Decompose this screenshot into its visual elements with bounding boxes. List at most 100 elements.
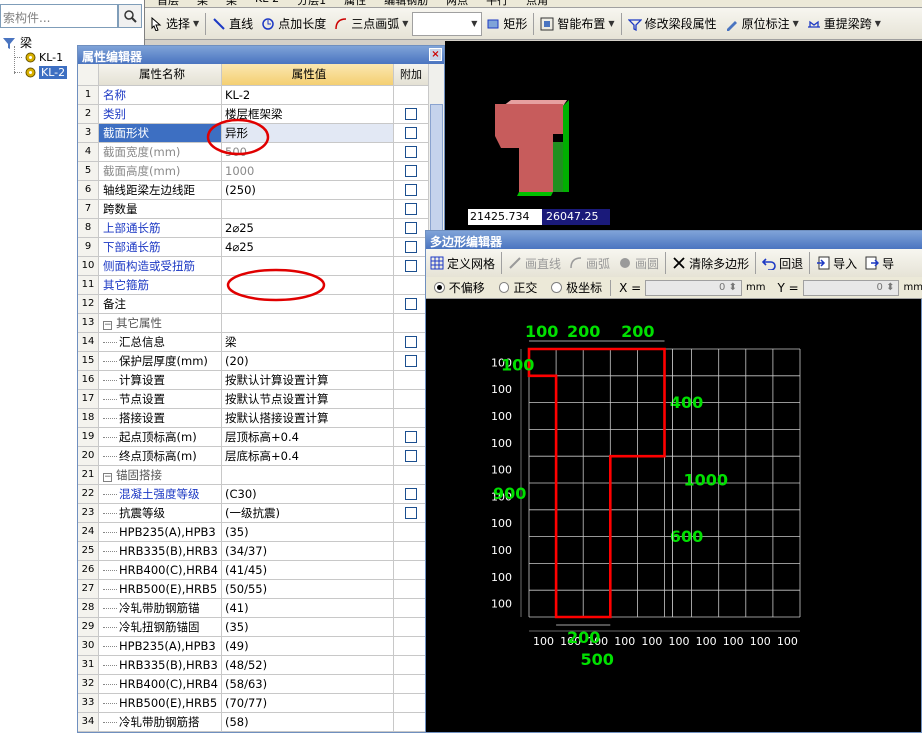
attribute-value[interactable] [222, 276, 394, 294]
attribute-row[interactable]: 5 截面高度(mm) 1000 [78, 162, 428, 181]
attribute-value[interactable]: (58) [222, 713, 394, 731]
attribute-value[interactable] [222, 314, 394, 332]
attribute-row[interactable]: 12 备注 [78, 295, 428, 314]
attribute-value[interactable]: (41) [222, 599, 394, 617]
attribute-row[interactable]: 24 HPB235(A),HPB3 (35) [78, 523, 428, 542]
in-situ-annotation-button[interactable]: 原位标注 ▼ [721, 12, 803, 36]
attribute-row[interactable]: 8 上部通长筋 2⌀25 [78, 219, 428, 238]
extra-checkbox[interactable] [405, 488, 417, 500]
attribute-value[interactable]: 1000 [222, 162, 394, 180]
attribute-value[interactable]: (58/63) [222, 675, 394, 693]
extra-checkbox[interactable] [405, 507, 417, 519]
attribute-value[interactable]: 2⌀25 [222, 219, 394, 237]
tree-root[interactable]: 梁 [2, 34, 32, 51]
attribute-row[interactable]: 34 冷轧带肋钢筋搭 (58) [78, 713, 428, 732]
attribute-value[interactable]: (35) [222, 618, 394, 636]
attribute-value[interactable]: (250) [222, 181, 394, 199]
select-button[interactable]: 选择 ▼ [145, 12, 203, 36]
search-button[interactable] [118, 4, 142, 28]
tree-item-kl2[interactable]: KL-2 [14, 66, 68, 79]
attribute-value[interactable]: 按默认节点设置计算 [222, 390, 394, 408]
attribute-row[interactable]: 25 HRB335(B),HRB3 (34/37) [78, 542, 428, 561]
x-coord-input[interactable]: 0 ⬍ [645, 279, 742, 296]
attribute-value[interactable]: 4⌀25 [222, 238, 394, 256]
attribute-value[interactable]: 500 [222, 143, 394, 161]
attribute-value[interactable]: (20) [222, 352, 394, 370]
extra-checkbox[interactable] [405, 165, 417, 177]
subtype-select[interactable]: 梁 [226, 0, 237, 7]
draw-circle-button[interactable]: 画圆 [614, 251, 663, 275]
extra-checkbox[interactable] [405, 450, 417, 462]
attribute-row[interactable]: 26 HRB400(C),HRB4 (41/45) [78, 561, 428, 580]
component-search-input[interactable]: 索构件... [0, 4, 118, 28]
attribute-value[interactable]: (49) [222, 637, 394, 655]
attribute-row[interactable]: 2 类别 楼层框架梁 [78, 105, 428, 124]
parallel-button[interactable]: 平行 [486, 0, 508, 7]
attribute-value[interactable]: 梁 [222, 333, 394, 351]
edit-rebar-button[interactable]: 编辑钢筋 [384, 0, 428, 7]
attribute-row[interactable]: 14 汇总信息 梁 [78, 333, 428, 352]
collapse-toggle[interactable]: − [103, 321, 112, 330]
attribute-value[interactable]: (70/77) [222, 694, 394, 712]
extra-checkbox[interactable] [405, 298, 417, 310]
floor-select[interactable]: 首层 [157, 0, 179, 7]
attribute-row[interactable]: 27 HRB500(E),HRB5 (50/55) [78, 580, 428, 599]
attribute-row[interactable]: 32 HRB400(C),HRB4 (58/63) [78, 675, 428, 694]
attribute-value[interactable]: KL-2 [222, 86, 394, 104]
attribute-value[interactable]: (48/52) [222, 656, 394, 674]
attribute-row[interactable]: 18 搭接设置 按默认搭接设置计算 [78, 409, 428, 428]
close-button[interactable]: × [429, 48, 442, 61]
attribute-value[interactable]: 按默认计算设置计算 [222, 371, 394, 389]
import-button[interactable]: 导入 [812, 251, 861, 275]
point-length-button[interactable]: 点加长度 [257, 12, 330, 36]
attribute-row[interactable]: 7 跨数量 [78, 200, 428, 219]
draw-mode-select[interactable]: ▼ [412, 11, 483, 36]
attribute-value[interactable] [222, 295, 394, 313]
extra-checkbox[interactable] [405, 336, 417, 348]
attribute-row[interactable]: 17 节点设置 按默认节点设置计算 [78, 390, 428, 409]
tree-item-kl1[interactable]: KL-1 [14, 51, 63, 64]
attribute-value[interactable]: 层底标高+0.4 [222, 447, 394, 465]
attribute-row[interactable]: 30 HPB235(A),HPB3 (49) [78, 637, 428, 656]
point-angle-button[interactable]: 点角 [526, 0, 548, 7]
define-grid-button[interactable]: 定义网格 [426, 251, 499, 275]
attribute-row[interactable]: 3 截面形状 异形 [78, 124, 428, 143]
extra-checkbox[interactable] [405, 184, 417, 196]
extra-checkbox[interactable] [405, 355, 417, 367]
attribute-value[interactable]: 异形 [222, 124, 394, 142]
attribute-row[interactable]: 11 其它箍筋 [78, 276, 428, 295]
extra-checkbox[interactable] [405, 241, 417, 253]
y-coord-input[interactable]: 0 ⬍ [802, 279, 900, 296]
attribute-row[interactable]: 6 轴线距梁左边线距 (250) [78, 181, 428, 200]
smart-layout-button[interactable]: 智能布置 ▼ [536, 12, 618, 36]
attribute-value[interactable]: (35) [222, 523, 394, 541]
radio-polar[interactable] [551, 282, 563, 293]
extra-checkbox[interactable] [405, 146, 417, 158]
attribute-row[interactable]: 4 截面宽度(mm) 500 [78, 143, 428, 162]
attribute-row[interactable]: 22 混凝土强度等级 (C30) [78, 485, 428, 504]
attribute-value[interactable] [222, 200, 394, 218]
three-point-arc-button[interactable]: 三点画弧 ▼ [330, 12, 412, 36]
polygon-canvas[interactable]: 100 100 100 100 100 100 100 100 100 100 100 100 100 1… [426, 299, 921, 732]
draw-line-button[interactable]: 画直线 [504, 251, 565, 275]
attribute-value[interactable] [222, 466, 394, 484]
line-button[interactable]: 直线 [208, 12, 257, 36]
attribute-row[interactable]: 16 计算设置 按默认计算设置计算 [78, 371, 428, 390]
attribute-value[interactable]: 按默认搭接设置计算 [222, 409, 394, 427]
edit-beam-attr-button[interactable]: 修改梁段属性 [624, 12, 721, 36]
rectangle-button[interactable]: 矩形 [482, 12, 531, 36]
attribute-row[interactable]: 9 下部通长筋 4⌀25 [78, 238, 428, 257]
attribute-value[interactable]: (一级抗震) [222, 504, 394, 522]
extra-checkbox[interactable] [405, 108, 417, 120]
radio-no-offset[interactable] [434, 282, 445, 293]
attribute-row[interactable]: 20 终点顶标高(m) 层底标高+0.4 [78, 447, 428, 466]
component-select[interactable]: KL-2 [255, 0, 279, 7]
attribute-row[interactable]: 33 HRB500(E),HRB5 (70/77) [78, 694, 428, 713]
attribute-row[interactable]: 15 保护层厚度(mm) (20) [78, 352, 428, 371]
two-point-button[interactable]: 两点 [446, 0, 468, 7]
attribute-row[interactable]: 10 侧面构造或受扭筋 [78, 257, 428, 276]
radio-orthogonal[interactable] [498, 282, 510, 293]
collapse-toggle[interactable]: − [103, 473, 112, 482]
attribute-value[interactable]: (34/37) [222, 542, 394, 560]
re-extract-span-button[interactable]: 重提梁跨 ▼ [803, 12, 885, 36]
